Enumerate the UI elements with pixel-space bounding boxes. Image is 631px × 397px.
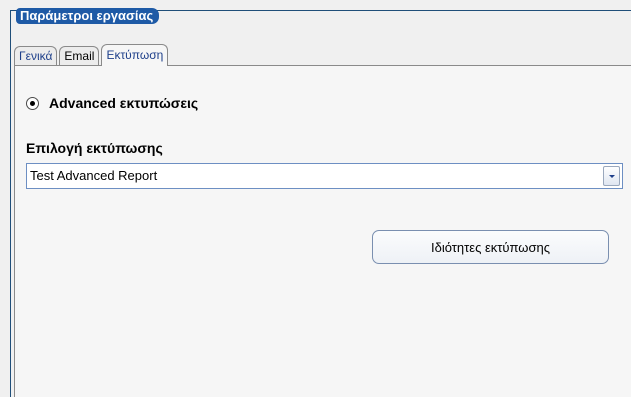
- chevron-down-icon: [608, 174, 615, 178]
- print-selection-dropdown[interactable]: Test Advanced Report: [26, 163, 623, 189]
- print-selection-value: Test Advanced Report: [30, 168, 158, 183]
- print-properties-button[interactable]: Ιδιότητες εκτύπωσης: [372, 230, 609, 264]
- tab-strip: Γενικά Email Εκτύπωση: [14, 44, 170, 66]
- advanced-prints-label: Advanced εκτυπώσεις: [49, 95, 199, 111]
- tab-general[interactable]: Γενικά: [14, 46, 58, 66]
- print-selection-label: Επιλογή εκτύπωσης: [26, 140, 163, 156]
- group-title: Παράμετροι εργασίας: [16, 8, 160, 24]
- radio-selected-icon[interactable]: [26, 96, 39, 110]
- tab-email[interactable]: Email: [59, 46, 100, 66]
- dropdown-button[interactable]: [603, 166, 620, 186]
- tab-print[interactable]: Εκτύπωση: [101, 44, 169, 66]
- advanced-prints-radio[interactable]: Advanced εκτυπώσεις: [26, 95, 198, 111]
